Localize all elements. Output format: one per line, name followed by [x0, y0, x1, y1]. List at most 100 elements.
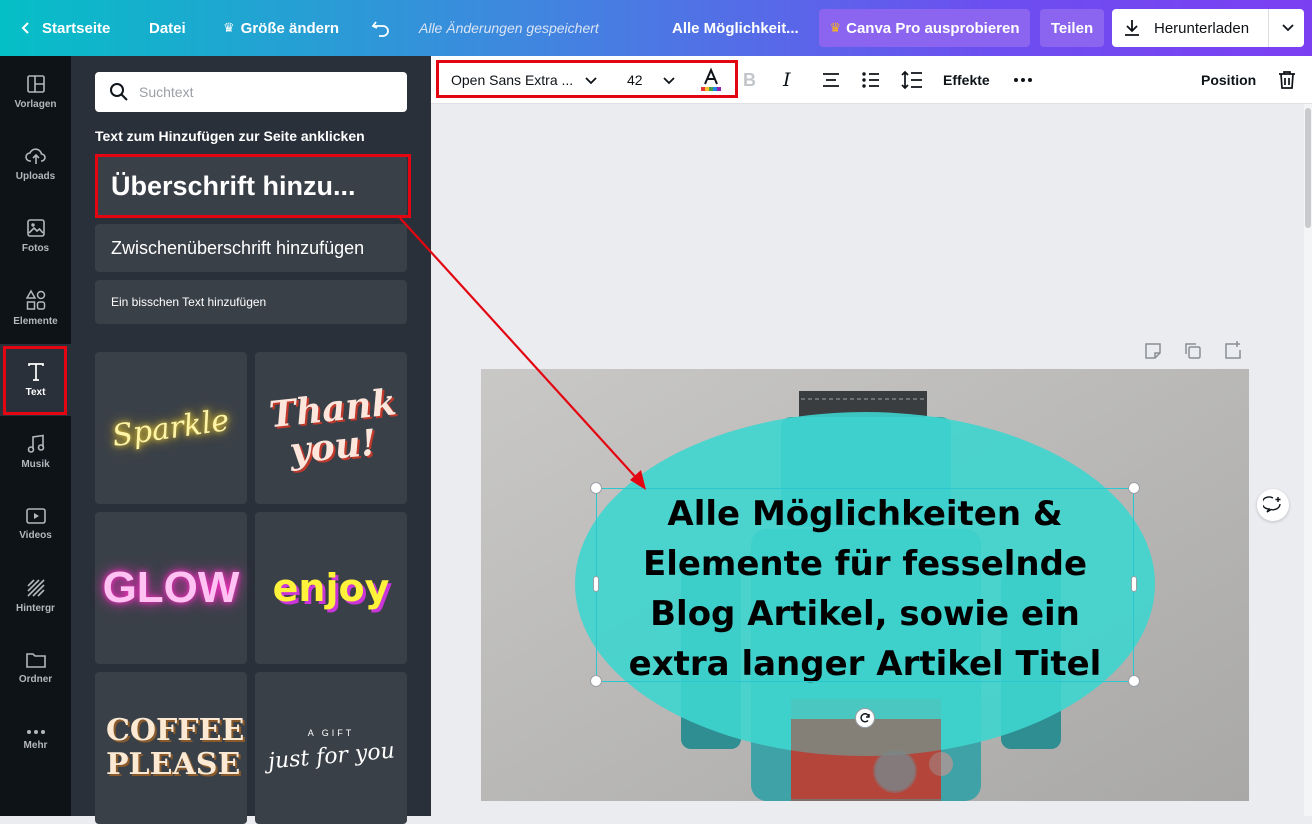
- text-template-sparkle[interactable]: Sparkle: [95, 352, 247, 504]
- resize-handle-bottom-left[interactable]: [590, 675, 602, 687]
- file-menu[interactable]: Datei: [149, 0, 186, 56]
- download-divider: [1268, 9, 1269, 47]
- resize-handle-right[interactable]: [1131, 576, 1137, 592]
- annotation-box-font-controls: [436, 60, 738, 98]
- copy-icon: [1185, 343, 1201, 359]
- upload-cloud-icon: [24, 148, 46, 164]
- list-icon: [862, 72, 879, 88]
- resize-button[interactable]: ♛ Größe ändern: [223, 0, 339, 56]
- add-note-button[interactable]: [1144, 342, 1162, 365]
- add-subheading-button[interactable]: Zwischenüberschrift hinzufügen: [95, 224, 407, 272]
- text-template-thank-you[interactable]: Thank you!: [255, 352, 407, 504]
- resize-handle-left[interactable]: [593, 576, 599, 592]
- share-button[interactable]: Teilen: [1040, 9, 1104, 47]
- panel-heading: Text zum Hinzufügen zur Seite anklicken: [95, 128, 365, 144]
- home-label: Startseite: [42, 19, 111, 37]
- sidebar-item-ordner[interactable]: Ordner: [0, 632, 71, 704]
- sparkle-text: Sparkle: [110, 402, 232, 454]
- sidebar-item-fotos[interactable]: Fotos: [0, 200, 71, 272]
- more-icon: [1014, 78, 1032, 82]
- undo-icon: [371, 21, 389, 37]
- search-input[interactable]: Suchtext: [95, 72, 407, 112]
- enjoy-text: enjoy: [272, 566, 390, 610]
- position-button[interactable]: Position: [1201, 56, 1256, 104]
- duplicate-page-button[interactable]: [1184, 342, 1202, 365]
- gift-small-text: A GIFT: [307, 727, 355, 738]
- text-template-gift[interactable]: A GIFT just for you: [255, 672, 407, 824]
- try-pro-label: Canva Pro ausprobieren: [846, 19, 1020, 37]
- add-comment-icon: [1263, 496, 1281, 513]
- list-button[interactable]: [861, 56, 881, 104]
- layout-icon: [26, 75, 45, 93]
- sidebar-item-vorlagen[interactable]: Vorlagen: [0, 56, 71, 128]
- download-button[interactable]: Herunterladen: [1112, 9, 1304, 47]
- home-button[interactable]: Startseite: [20, 0, 110, 56]
- background-icon: [26, 579, 45, 597]
- text-template-coffee[interactable]: COFFEE PLEASE: [95, 672, 247, 824]
- sidebar-item-videos[interactable]: Videos: [0, 488, 71, 560]
- rotate-icon: [860, 713, 870, 723]
- image-icon: [26, 219, 45, 237]
- line-spacing-icon: [901, 70, 922, 90]
- undo-button[interactable]: [371, 0, 391, 56]
- rotate-handle[interactable]: [855, 708, 875, 728]
- download-icon: [1125, 20, 1139, 36]
- scrollbar-thumb[interactable]: [1305, 108, 1311, 228]
- spacing-button[interactable]: [901, 56, 923, 104]
- vertical-scrollbar[interactable]: [1304, 104, 1312, 816]
- document-title[interactable]: Alle Möglichkeit...: [672, 0, 799, 56]
- pro-crown-icon: ♛: [829, 20, 842, 35]
- annotation-box-heading: [95, 154, 411, 218]
- delete-button[interactable]: [1278, 56, 1296, 104]
- sidebar-label: Fotos: [21, 243, 50, 254]
- try-pro-button[interactable]: ♛ Canva Pro ausprobieren: [819, 9, 1030, 47]
- more-options-button[interactable]: [1013, 56, 1033, 104]
- sidebar-item-musik[interactable]: Musik: [0, 416, 71, 488]
- top-bar: Startseite Datei ♛ Größe ändern Alle Änd…: [0, 0, 1312, 56]
- chevron-down-icon[interactable]: [1281, 22, 1295, 34]
- sidebar-item-mehr[interactable]: Mehr: [0, 704, 71, 776]
- thank-you-text: Thank you!: [267, 381, 399, 473]
- effects-button[interactable]: Effekte: [943, 56, 990, 104]
- sidebar-label: Uploads: [15, 171, 56, 182]
- sidebar-label: Ordner: [18, 674, 53, 685]
- add-page-button[interactable]: [1224, 340, 1242, 365]
- sidebar-item-hintergrund[interactable]: Hintergr: [0, 560, 71, 632]
- search-placeholder: Suchtext: [139, 84, 194, 100]
- trash-icon: [1279, 71, 1295, 89]
- sidebar-item-uploads[interactable]: Uploads: [0, 128, 71, 200]
- more-icon: [26, 730, 45, 734]
- download-label: Herunterladen: [1154, 19, 1250, 37]
- annotation-box-text-tab: [3, 346, 67, 415]
- shapes-icon: [25, 289, 45, 310]
- italic-icon: I: [783, 69, 791, 91]
- sidebar-label: Videos: [19, 530, 52, 541]
- music-icon: [27, 434, 44, 453]
- sidebar-label: Vorlagen: [14, 99, 57, 110]
- coffee-text: COFFEE PLEASE: [106, 713, 245, 782]
- note-icon: [1145, 343, 1161, 359]
- sidebar-label: Mehr: [23, 740, 48, 751]
- gift-script-text: just for you: [266, 738, 396, 774]
- search-icon: [110, 83, 128, 101]
- save-status: Alle Änderungen gespeichert: [419, 20, 599, 36]
- resize-handle-bottom-right[interactable]: [1128, 675, 1140, 687]
- align-button[interactable]: [821, 56, 841, 104]
- selection-box: [596, 488, 1134, 682]
- add-page-icon: [1225, 341, 1241, 359]
- text-template-glow[interactable]: GLOW: [95, 512, 247, 664]
- sidebar-item-elemente[interactable]: Elemente: [0, 272, 71, 344]
- add-body-text-button[interactable]: Ein bisschen Text hinzufügen: [95, 280, 407, 324]
- comment-button[interactable]: [1257, 489, 1289, 521]
- bold-button[interactable]: B: [743, 56, 756, 104]
- crown-icon: ♛: [223, 20, 235, 35]
- resize-handle-top-left[interactable]: [590, 482, 602, 494]
- sidebar-label: Musik: [21, 459, 50, 470]
- resize-label: Größe ändern: [240, 19, 340, 37]
- resize-handle-top-right[interactable]: [1128, 482, 1140, 494]
- left-sidebar: Vorlagen Uploads Fotos Elemente Text Mus…: [0, 56, 71, 816]
- align-center-icon: [823, 73, 839, 87]
- glow-text: GLOW: [102, 563, 240, 612]
- text-template-enjoy[interactable]: enjoy: [255, 512, 407, 664]
- italic-button[interactable]: I: [783, 56, 791, 104]
